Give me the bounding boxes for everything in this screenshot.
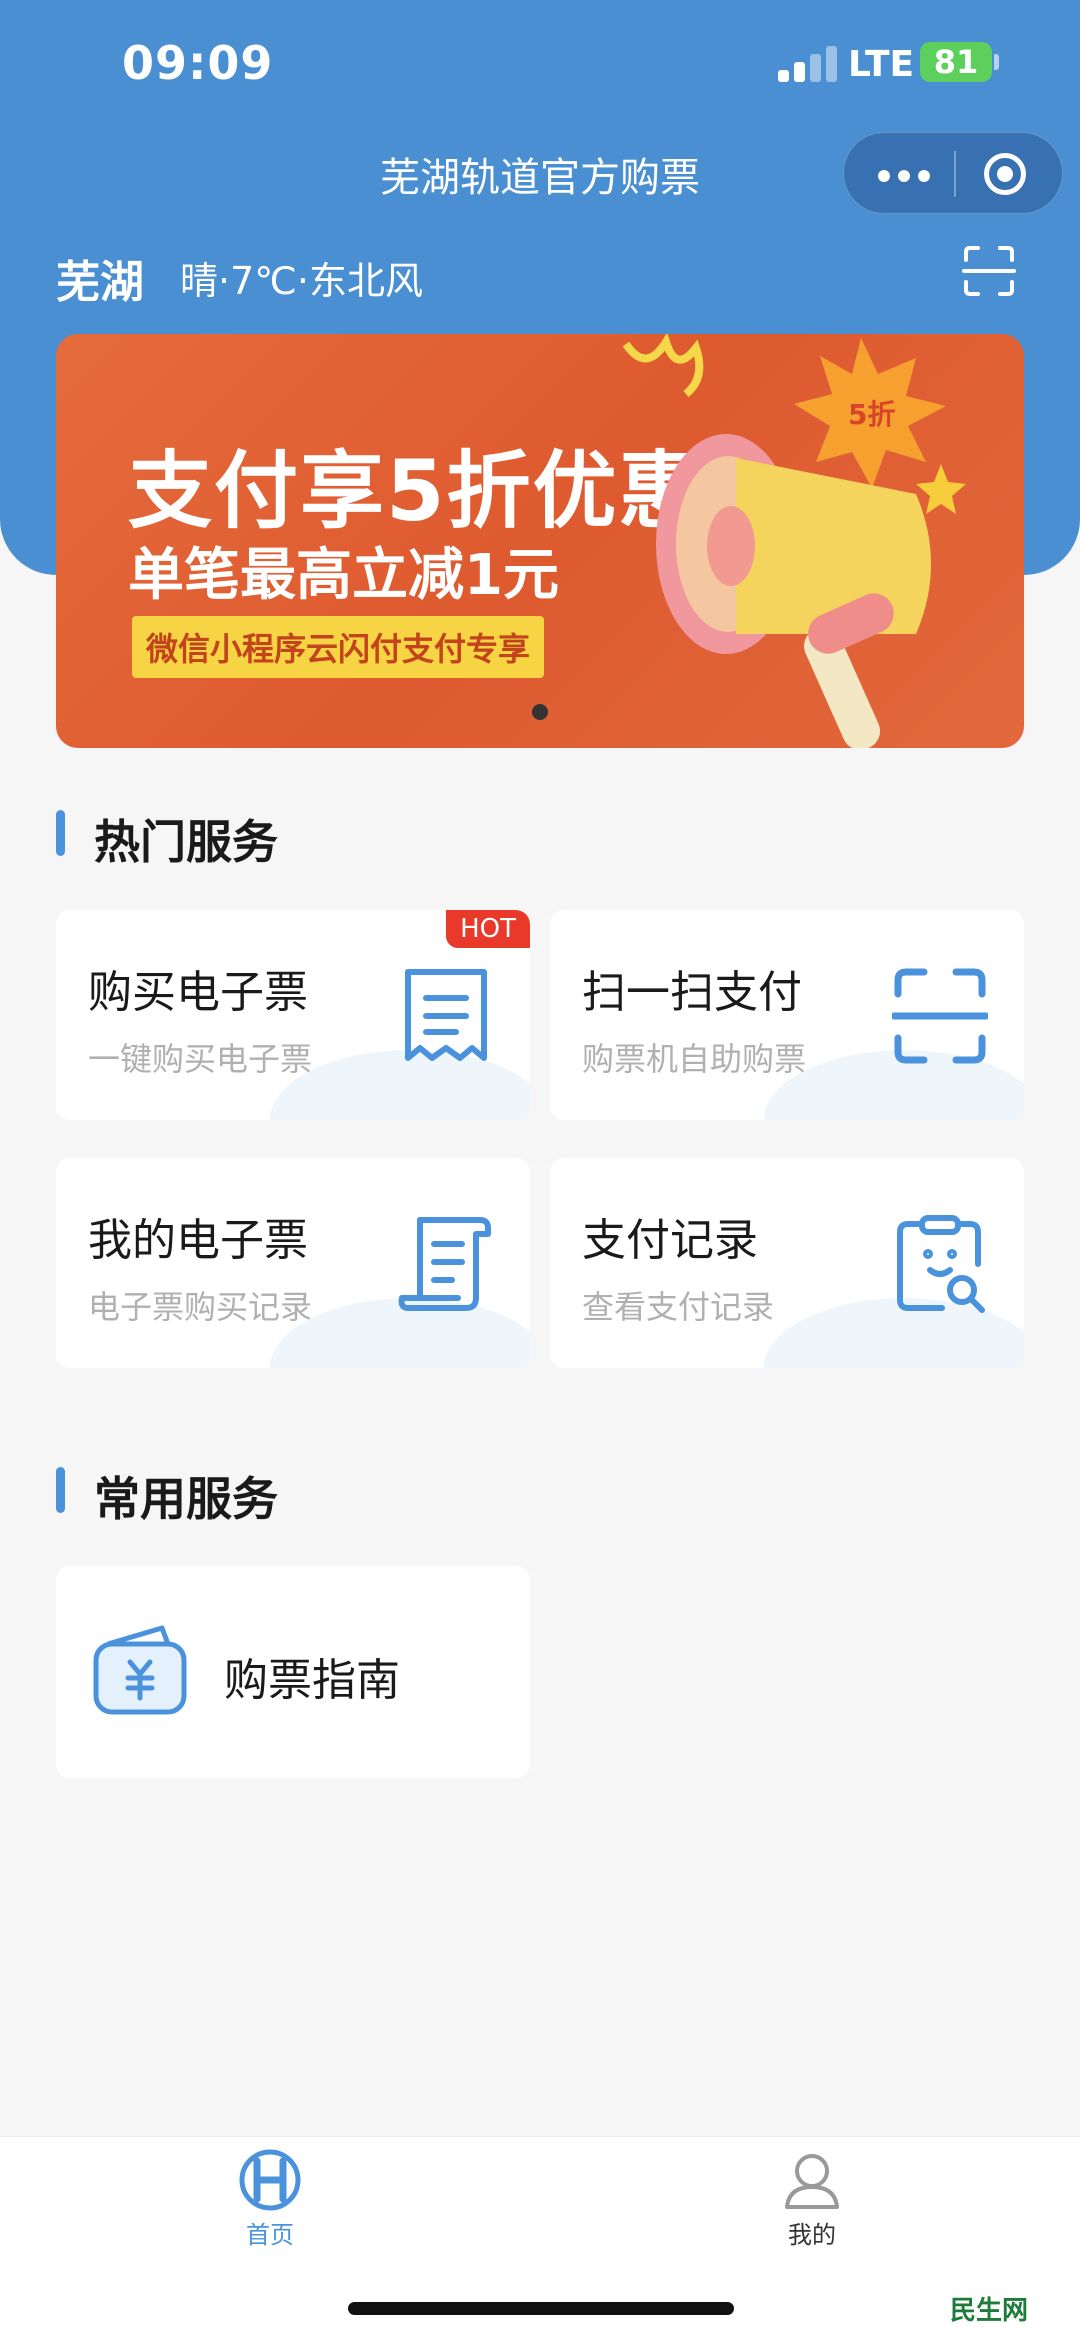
card-title: 购买电子票	[88, 967, 308, 1018]
scan-icon	[892, 968, 988, 1064]
my-tickets-card[interactable]: 我的电子票 电子票购买记录	[56, 1158, 530, 1368]
hot-services-title: 热门服务	[56, 806, 278, 872]
card-subtitle: 一键购买电子票	[88, 1040, 313, 1078]
card-subtitle: 查看支付记录	[582, 1288, 775, 1326]
weather-info: 晴·7℃·东北风	[180, 259, 424, 303]
tab-label: 我的	[788, 2221, 836, 2249]
ticket-guide-card[interactable]: 购票指南	[56, 1566, 530, 1778]
banner-badge: 5折	[848, 398, 895, 431]
home-indicator	[348, 2302, 734, 2315]
status-time: 09:09	[122, 36, 274, 90]
watermark-logo: 民生网	[950, 2296, 1029, 2326]
ticket-scroll-icon	[398, 1217, 491, 1311]
card-title: 支付记录	[582, 1215, 758, 1266]
tab-mine[interactable]: 我的	[712, 2149, 912, 2269]
signal-icon	[778, 44, 838, 82]
tab-label: 首页	[246, 2221, 294, 2249]
more-icon[interactable]	[878, 159, 932, 189]
capsule-divider	[954, 151, 956, 197]
user-icon	[785, 2154, 839, 2209]
banner-subline: 单笔最高立减1元	[128, 543, 559, 608]
card-subtitle: 电子票购买记录	[88, 1288, 313, 1326]
common-services-title: 常用服务	[56, 1463, 278, 1529]
clipboard-search-icon	[897, 1215, 985, 1313]
receipt-icon	[405, 969, 487, 1061]
battery-icon: 81	[920, 42, 992, 82]
network-label: LTE	[848, 44, 915, 85]
home-logo-icon	[239, 2149, 301, 2211]
payment-records-card[interactable]: 支付记录 查看支付记录	[550, 1158, 1024, 1368]
tab-home[interactable]: 首页	[170, 2149, 370, 2269]
card-subtitle: 购票机自助购票	[582, 1040, 807, 1078]
wallet-yuan-icon	[93, 1625, 187, 1715]
battery-tip	[994, 54, 999, 70]
scan-icon[interactable]	[962, 244, 1016, 298]
city-selector[interactable]: 芜湖	[56, 246, 144, 310]
banner-tag: 微信小程序云闪付支付专享	[132, 616, 545, 678]
battery-level: 81	[933, 43, 979, 81]
scan-pay-card[interactable]: 扫一扫支付 购票机自助购票	[550, 910, 1024, 1120]
guide-label: 购票指南	[224, 1655, 400, 1706]
megaphone-icon: 5折	[622, 334, 966, 748]
card-title: 我的电子票	[88, 1215, 308, 1266]
buy-ticket-card[interactable]: 购买电子票 一键购买电子票 HOT	[56, 910, 530, 1120]
card-title: 扫一扫支付	[582, 967, 802, 1018]
carousel-indicator[interactable]	[532, 704, 548, 720]
close-miniprogram-icon[interactable]	[984, 153, 1026, 195]
mini-program-capsule	[843, 132, 1063, 214]
hot-badge: HOT	[446, 910, 530, 948]
status-bar: 09:09 LTE 81	[0, 0, 1080, 130]
promo-banner[interactable]: 支付享5折优惠 单笔最高立减1元 微信小程序云闪付支付专享 5折	[56, 334, 1024, 748]
